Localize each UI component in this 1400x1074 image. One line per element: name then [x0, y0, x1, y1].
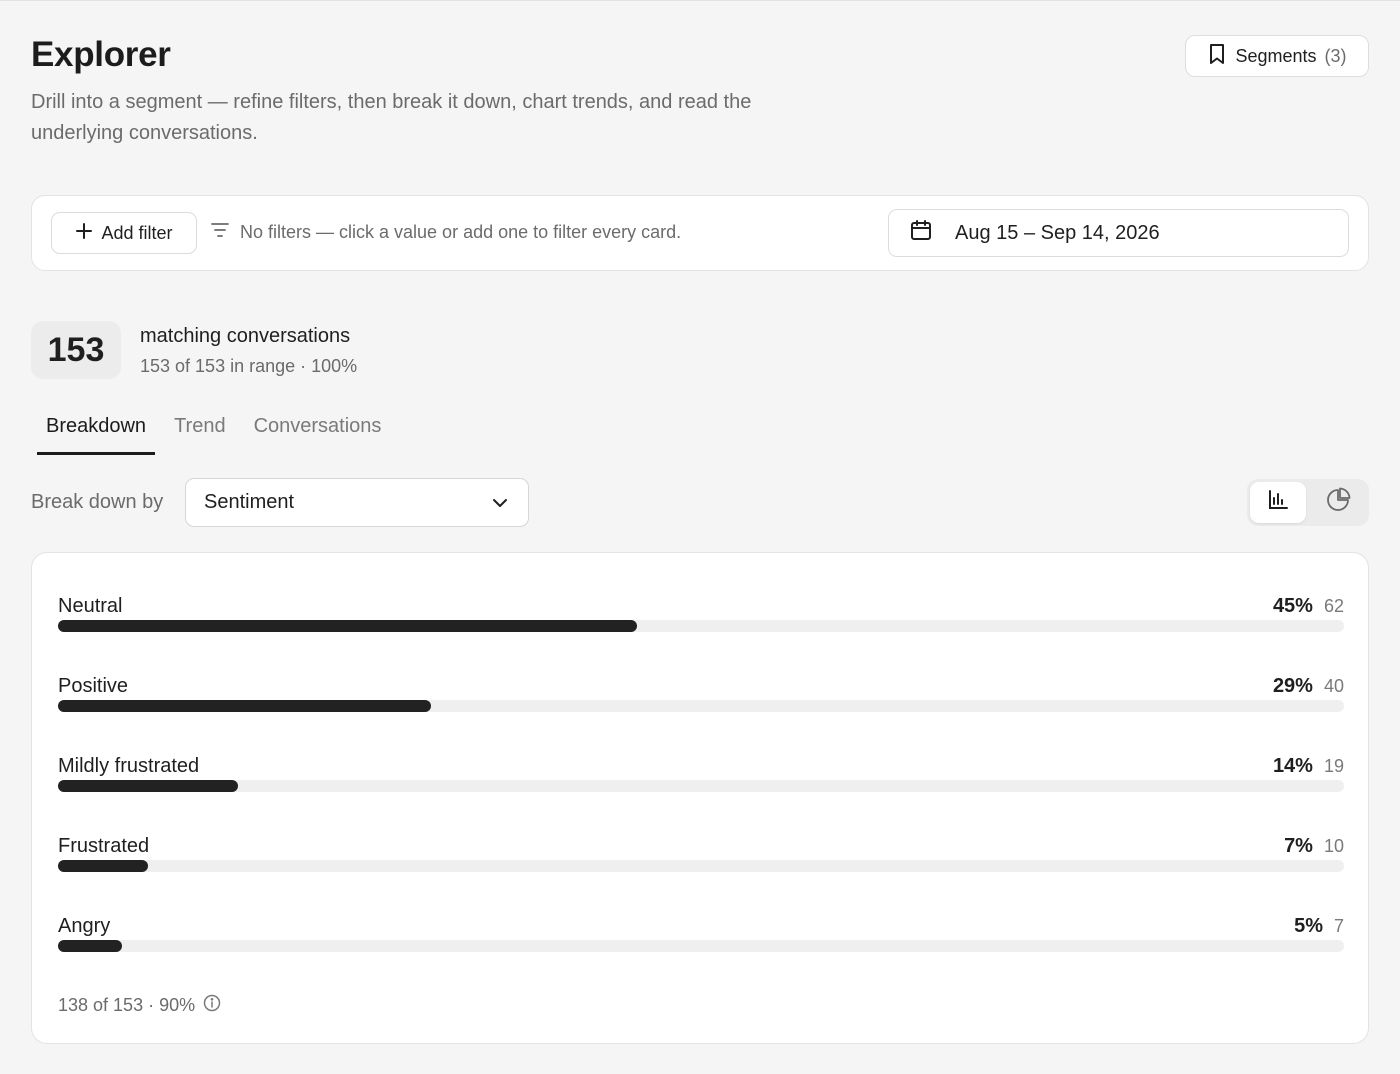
bar-label: Neutral	[58, 595, 123, 617]
tab-trend[interactable]: Trend	[165, 405, 235, 455]
filter-icon	[210, 222, 230, 243]
match-count: 153	[31, 321, 121, 379]
bar-percent: 29%	[1272, 675, 1313, 697]
bar-chart-icon	[1267, 489, 1289, 516]
bar-values: 5% 7	[1294, 915, 1344, 938]
bar-label: Positive	[58, 675, 129, 697]
tab-bar: Breakdown Trend Conversations	[37, 405, 400, 455]
view-toggle	[1247, 479, 1369, 526]
bar-percent: 14%	[1272, 755, 1313, 777]
date-range-picker[interactable]: Aug 15 – Sep 14, 2026	[888, 209, 1349, 257]
bar-row[interactable]: Positive 29% 40	[58, 675, 1344, 735]
page-title: Explorer	[31, 35, 171, 74]
segments-label: Segments	[1235, 45, 1317, 66]
bookmark-icon	[1207, 43, 1227, 70]
segments-button[interactable]: Segments (3)	[1185, 35, 1369, 77]
plus-icon	[75, 222, 93, 245]
bar-percent: 5%	[1294, 915, 1323, 937]
footnote-text: 138 of 153 · 90%	[58, 995, 196, 1015]
match-label: matching conversations	[140, 325, 351, 347]
info-icon[interactable]	[203, 994, 221, 1017]
calendar-icon	[909, 218, 933, 248]
page-subtitle: Drill into a segment — refine filters, t…	[31, 91, 752, 144]
bar-count: 10	[1323, 836, 1344, 856]
bar-track	[58, 620, 1344, 632]
bar-values: 29% 40	[1273, 675, 1344, 698]
breakdown-select[interactable]: Sentiment	[185, 478, 529, 527]
bar-track	[58, 940, 1344, 952]
segments-count: (3)	[1324, 45, 1347, 66]
bar-label: Angry	[58, 915, 111, 937]
bar-row[interactable]: Frustrated 7% 10	[58, 835, 1344, 895]
bar-track	[58, 700, 1344, 712]
breakdown-label: Break down by	[31, 491, 164, 513]
pie-chart-icon	[1325, 487, 1351, 518]
breakdown-chart: Neutral 45% 62 Positive 29% 40 Mildly frustrat…	[31, 552, 1369, 1044]
breakdown-selected: Sentiment	[204, 491, 295, 513]
bar-row[interactable]: Mildly frustrated 14% 19	[58, 755, 1344, 815]
bar-row[interactable]: Neutral 45% 62	[58, 595, 1344, 655]
date-range-text: Aug 15 – Sep 14, 2026	[955, 221, 1160, 244]
add-filter-label: Add filter	[101, 222, 173, 243]
bar-count: 40	[1323, 676, 1344, 696]
bar-fill	[58, 780, 239, 792]
filter-hint: No filters — click a value or add one to…	[210, 222, 681, 243]
bar-values: 14% 19	[1273, 755, 1344, 778]
bar-view-button[interactable]	[1250, 482, 1306, 523]
filter-bar: Add filter No filters — click a value or…	[31, 195, 1369, 271]
bar-percent: 45%	[1272, 595, 1313, 617]
tab-breakdown[interactable]: Breakdown	[37, 405, 156, 455]
bar-count: 7	[1333, 916, 1344, 936]
bar-label: Mildly frustrated	[58, 755, 200, 777]
bar-fill	[58, 940, 123, 952]
chart-footnote: 138 of 153 · 90%	[58, 994, 221, 1017]
pie-view-button[interactable]	[1310, 482, 1366, 523]
bar-label: Frustrated	[58, 835, 150, 857]
chevron-down-icon	[492, 491, 508, 514]
bar-fill	[58, 860, 149, 872]
bar-values: 7% 10	[1284, 835, 1344, 858]
filter-hint-text: No filters — click a value or add one to…	[240, 222, 682, 242]
bar-track	[58, 860, 1344, 872]
bar-percent: 7%	[1284, 835, 1313, 857]
tab-conversations[interactable]: Conversations	[245, 405, 391, 455]
bar-fill	[58, 700, 431, 712]
bar-fill	[58, 620, 637, 632]
bar-values: 45% 62	[1273, 595, 1344, 618]
bar-count: 62	[1323, 596, 1344, 616]
add-filter-button[interactable]: Add filter	[51, 212, 197, 254]
bar-track	[58, 780, 1344, 792]
bar-count: 19	[1323, 756, 1344, 776]
bar-row[interactable]: Angry 5% 7	[58, 915, 1344, 975]
match-sub: 153 of 153 in range · 100%	[140, 356, 358, 376]
